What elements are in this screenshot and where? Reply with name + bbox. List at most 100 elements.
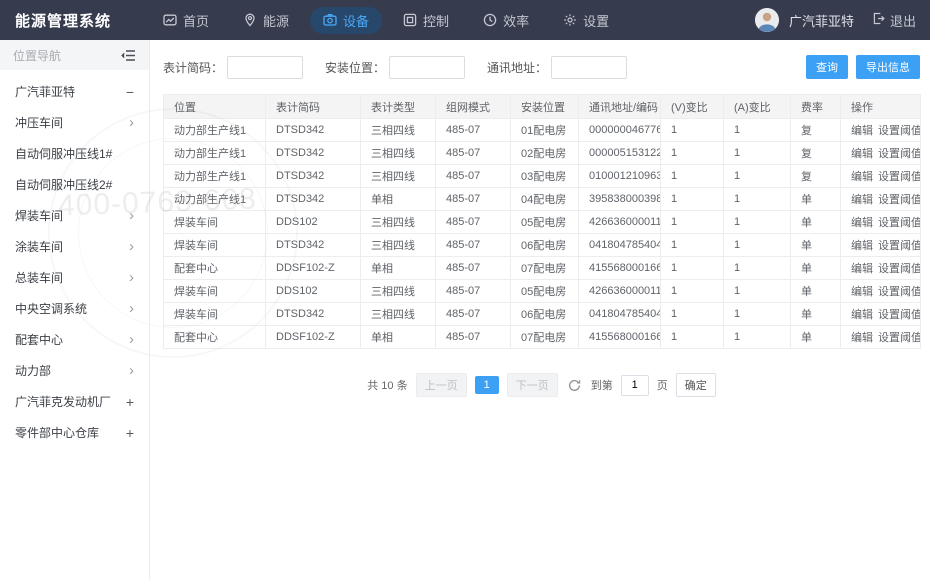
sidebar-item-painting-workshop[interactable]: 涂装车间› xyxy=(0,231,149,262)
topbar-right: 广汽菲亚特 退出 xyxy=(755,8,930,32)
set-threshold-link[interactable]: 设置阈值 xyxy=(878,194,921,206)
nav-item-settings[interactable]: 设置 xyxy=(550,7,622,34)
cell-a-ratio: 1 xyxy=(724,257,791,280)
set-threshold-link[interactable]: 设置阈值 xyxy=(878,148,921,160)
confirm-button[interactable]: 确定 xyxy=(676,373,716,397)
export-button[interactable]: 导出信息 xyxy=(856,55,920,79)
sidebar-item-engine-plant[interactable]: 广汽菲克发动机厂+ xyxy=(0,386,149,417)
plus-icon: + xyxy=(126,395,134,409)
install-position-input[interactable] xyxy=(389,56,465,79)
set-threshold-link[interactable]: 设置阈值 xyxy=(878,240,921,252)
edit-link[interactable]: 编辑 xyxy=(851,217,873,229)
header-rate: 费率 xyxy=(791,95,841,119)
cell-location: 焊装车间 xyxy=(164,303,266,326)
next-page-button[interactable]: 下一页 xyxy=(507,373,558,397)
set-threshold-link[interactable]: 设置阈值 xyxy=(878,125,921,137)
set-threshold-link[interactable]: 设置阈值 xyxy=(878,217,921,229)
query-button[interactable]: 查询 xyxy=(806,55,848,79)
edit-link[interactable]: 编辑 xyxy=(851,194,873,206)
edit-link[interactable]: 编辑 xyxy=(851,332,873,344)
cell-meter-code: DTSD342 xyxy=(266,119,361,142)
header-meter-code: 表计简码 xyxy=(266,95,361,119)
cell-network-mode: 485-07 xyxy=(436,280,511,303)
table-row: 焊装车间 DDS102 三相四线 485-07 05配电房 4266360000… xyxy=(164,280,921,303)
nav-item-device[interactable]: 设备 xyxy=(310,7,382,34)
sidebar-item-servo-line-1[interactable]: 自动伺服冲压线1# xyxy=(0,138,149,169)
nav-item-energy[interactable]: 能源 xyxy=(230,7,302,34)
edit-link[interactable]: 编辑 xyxy=(851,309,873,321)
cell-actions: 编辑设置阈值 xyxy=(841,188,921,211)
sidebar-item-assembly-workshop[interactable]: 总装车间› xyxy=(0,262,149,293)
cell-a-ratio: 1 xyxy=(724,280,791,303)
edit-link[interactable]: 编辑 xyxy=(851,125,873,137)
cell-location: 焊装车间 xyxy=(164,280,266,303)
cell-network-mode: 485-07 xyxy=(436,165,511,188)
cell-network-mode: 485-07 xyxy=(436,142,511,165)
cell-install-position: 06配电房 xyxy=(511,303,579,326)
control-icon xyxy=(403,13,417,27)
cell-v-ratio: 1 xyxy=(661,326,724,349)
set-threshold-link[interactable]: 设置阈值 xyxy=(878,309,921,321)
cell-network-mode: 485-07 xyxy=(436,257,511,280)
edit-link[interactable]: 编辑 xyxy=(851,148,873,160)
logout-button[interactable]: 退出 xyxy=(872,11,916,30)
comm-address-label: 通讯地址： xyxy=(487,59,547,76)
sidebar-item-gac-fiat[interactable]: 广汽菲亚特− xyxy=(0,76,149,107)
sidebar-item-power-dept[interactable]: 动力部› xyxy=(0,355,149,386)
edit-link[interactable]: 编辑 xyxy=(851,240,873,252)
edit-link[interactable]: 编辑 xyxy=(851,286,873,298)
cell-network-mode: 485-07 xyxy=(436,234,511,257)
edit-link[interactable]: 编辑 xyxy=(851,171,873,183)
cell-network-mode: 485-07 xyxy=(436,211,511,234)
cell-install-position: 03配电房 xyxy=(511,165,579,188)
cell-install-position: 01配电房 xyxy=(511,119,579,142)
sidebar-item-support-center[interactable]: 配套中心› xyxy=(0,324,149,355)
page-1-button[interactable]: 1 xyxy=(475,376,499,394)
chevron-right-icon: › xyxy=(129,115,134,130)
nav-item-home[interactable]: 首页 xyxy=(150,7,222,34)
table-body: 动力部生产线1 DTSD342 三相四线 485-07 01配电房 000000… xyxy=(164,119,921,349)
cell-meter-type: 三相四线 xyxy=(361,119,436,142)
cell-install-position: 07配电房 xyxy=(511,326,579,349)
nav-item-efficiency[interactable]: 效率 xyxy=(470,7,542,34)
avatar[interactable] xyxy=(755,8,779,32)
set-threshold-link[interactable]: 设置阈值 xyxy=(878,332,921,344)
total-count: 共 10 条 xyxy=(367,377,407,393)
nav-item-control[interactable]: 控制 xyxy=(390,7,462,34)
pagination: 共 10 条 上一页 1 下一页 到第 页 确定 xyxy=(163,373,920,397)
refresh-icon[interactable] xyxy=(568,379,581,392)
goto-page-input[interactable] xyxy=(621,375,649,396)
meter-code-input[interactable] xyxy=(227,56,303,79)
table-row: 动力部生产线1 DTSD342 单相 485-07 04配电房 39583800… xyxy=(164,188,921,211)
prev-page-button[interactable]: 上一页 xyxy=(416,373,467,397)
meter-code-label: 表计简码： xyxy=(163,59,223,76)
cell-a-ratio: 1 xyxy=(724,165,791,188)
edit-link[interactable]: 编辑 xyxy=(851,263,873,275)
cell-rate: 复 xyxy=(791,142,841,165)
cell-v-ratio: 1 xyxy=(661,211,724,234)
sidebar-item-central-ac[interactable]: 中央空调系统› xyxy=(0,293,149,324)
header-network-mode: 组网模式 xyxy=(436,95,511,119)
sidebar-item-parts-warehouse[interactable]: 零件部中心仓库+ xyxy=(0,417,149,448)
sidebar-item-stamping-workshop[interactable]: 冲压车间› xyxy=(0,107,149,138)
comm-address-input[interactable] xyxy=(551,56,627,79)
table-row: 焊装车间 DTSD342 三相四线 485-07 06配电房 041804785… xyxy=(164,234,921,257)
menu-fold-icon[interactable] xyxy=(121,49,136,62)
cell-a-ratio: 1 xyxy=(724,119,791,142)
set-threshold-link[interactable]: 设置阈值 xyxy=(878,286,921,298)
set-threshold-link[interactable]: 设置阈值 xyxy=(878,171,921,183)
sidebar-title: 位置导航 xyxy=(13,47,61,64)
set-threshold-link[interactable]: 设置阈值 xyxy=(878,263,921,275)
cell-comm-address: 426636000011 xyxy=(579,280,661,303)
cell-comm-address: 395838000398 xyxy=(579,188,661,211)
header-a-ratio: (A)变比 xyxy=(724,95,791,119)
cell-comm-address: 415568000166 xyxy=(579,326,661,349)
sidebar-item-welding-workshop[interactable]: 焊装车间› xyxy=(0,200,149,231)
header-comm-address: 通讯地址/编码 xyxy=(579,95,661,119)
cell-location: 动力部生产线1 xyxy=(164,165,266,188)
cell-a-ratio: 1 xyxy=(724,188,791,211)
home-icon xyxy=(163,13,177,27)
sidebar-item-servo-line-2[interactable]: 自动伺服冲压线2# xyxy=(0,169,149,200)
cell-location: 动力部生产线1 xyxy=(164,142,266,165)
cell-location: 动力部生产线1 xyxy=(164,119,266,142)
